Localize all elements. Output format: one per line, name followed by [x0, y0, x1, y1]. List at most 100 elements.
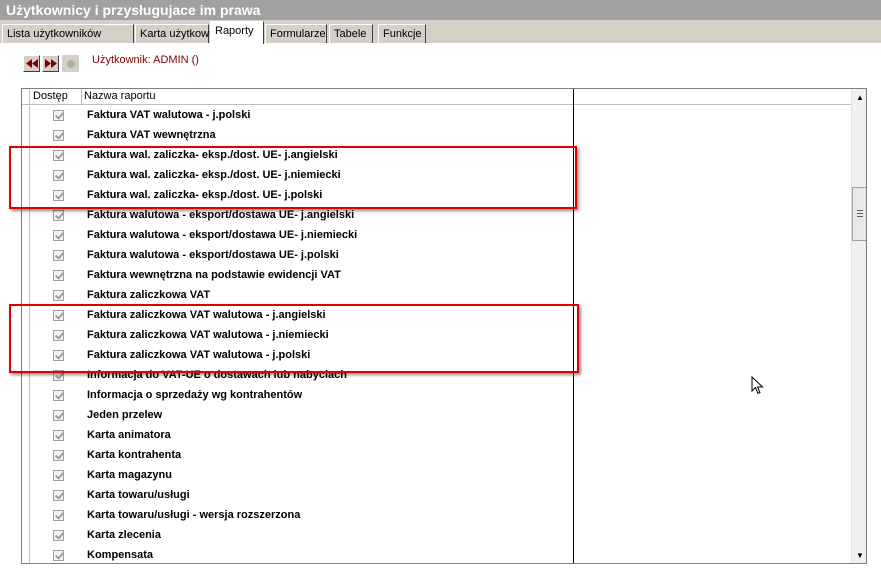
tab-strip: Lista użytkowników Karta użytkownika Rap…	[0, 21, 881, 44]
table-row[interactable]: Karta towaru/usługi	[22, 485, 852, 505]
row-indicator[interactable]	[22, 225, 30, 245]
row-indicator[interactable]	[22, 305, 30, 325]
report-name: Faktura wal. zaliczka- eksp./dost. UE- j…	[87, 169, 341, 181]
row-indicator[interactable]	[22, 245, 30, 265]
tab-lista-uzytkownikow[interactable]: Lista użytkowników	[2, 24, 134, 43]
report-name: Faktura wal. zaliczka- eksp./dost. UE- j…	[87, 149, 338, 161]
row-indicator[interactable]	[22, 445, 30, 465]
tab-label: Funkcje	[383, 28, 422, 40]
report-name: Faktura wal. zaliczka- eksp./dost. UE- j…	[87, 189, 323, 201]
tab-raporty[interactable]: Raporty	[210, 21, 264, 44]
table-row[interactable]: Faktura zaliczkowa VAT walutowa - j.pols…	[22, 345, 852, 365]
access-checkbox[interactable]	[53, 350, 64, 361]
column-header-access[interactable]: Dostęp	[31, 89, 82, 104]
table-row[interactable]: Faktura walutowa - eksport/dostawa UE- j…	[22, 245, 852, 265]
row-indicator[interactable]	[22, 545, 30, 563]
row-indicator[interactable]	[22, 265, 30, 285]
access-checkbox[interactable]	[53, 330, 64, 341]
row-indicator[interactable]	[22, 165, 30, 185]
access-checkbox[interactable]	[53, 270, 64, 281]
table-row[interactable]: Faktura walutowa - eksport/dostawa UE- j…	[22, 225, 852, 245]
access-checkbox[interactable]	[53, 130, 64, 141]
access-checkbox[interactable]	[53, 210, 64, 221]
arrow-down-icon: ▼	[856, 550, 864, 560]
access-checkbox[interactable]	[53, 490, 64, 501]
table-row[interactable]: Faktura wal. zaliczka- eksp./dost. UE- j…	[22, 185, 852, 205]
scroll-thumb[interactable]	[852, 187, 866, 241]
table-row[interactable]: Faktura wal. zaliczka- eksp./dost. UE- j…	[22, 145, 852, 165]
access-checkbox[interactable]	[53, 310, 64, 321]
row-indicator[interactable]	[22, 325, 30, 345]
tab-tabele[interactable]: Tabele	[329, 24, 373, 43]
access-checkbox[interactable]	[53, 390, 64, 401]
vertical-scrollbar[interactable]: ▲ ▼	[851, 89, 866, 563]
scroll-down-button[interactable]: ▼	[852, 547, 866, 563]
row-indicator[interactable]	[22, 205, 30, 225]
report-name: Faktura walutowa - eksport/dostawa UE- j…	[87, 249, 339, 261]
access-checkbox[interactable]	[53, 190, 64, 201]
row-indicator[interactable]	[22, 505, 30, 525]
table-row[interactable]: Faktura zaliczkowa VAT walutowa - j.niem…	[22, 325, 852, 345]
access-checkbox[interactable]	[53, 170, 64, 181]
row-indicator[interactable]	[22, 345, 30, 365]
report-name: Faktura walutowa - eksport/dostawa UE- j…	[87, 229, 358, 241]
table-row[interactable]: Faktura wal. zaliczka- eksp./dost. UE- j…	[22, 165, 852, 185]
access-checkbox[interactable]	[53, 510, 64, 521]
next-record-button[interactable]	[42, 55, 59, 72]
row-indicator[interactable]	[22, 405, 30, 425]
table-row[interactable]: Faktura zaliczkowa VAT walutowa - j.angi…	[22, 305, 852, 325]
tab-funkcje[interactable]: Funkcje	[378, 24, 426, 43]
row-indicator[interactable]	[22, 185, 30, 205]
table-row[interactable]: Faktura zaliczkowa VAT	[22, 285, 852, 305]
table-row[interactable]: Kompensata	[22, 545, 852, 563]
table-row[interactable]: Karta towaru/usługi - wersja rozszerzona	[22, 505, 852, 525]
tab-karta-uzytkownika[interactable]: Karta użytkownika	[135, 24, 229, 43]
row-indicator[interactable]	[22, 125, 30, 145]
row-indicator[interactable]	[22, 105, 30, 125]
access-checkbox[interactable]	[53, 530, 64, 541]
record-button[interactable]	[62, 55, 79, 72]
table-row[interactable]: Faktura walutowa - eksport/dostawa UE- j…	[22, 205, 852, 225]
row-indicator[interactable]	[22, 385, 30, 405]
access-checkbox[interactable]	[53, 230, 64, 241]
access-checkbox[interactable]	[53, 370, 64, 381]
report-name: Faktura wewnętrzna na podstawie ewidencj…	[87, 269, 341, 281]
table-row[interactable]: Karta magazynu	[22, 465, 852, 485]
table-row[interactable]: Karta zlecenia	[22, 525, 852, 545]
row-indicator[interactable]	[22, 145, 30, 165]
access-checkbox[interactable]	[53, 150, 64, 161]
column-header-report-name[interactable]: Nazwa raportu	[82, 89, 574, 104]
first-record-button[interactable]	[23, 55, 40, 72]
access-checkbox[interactable]	[53, 110, 64, 121]
table-row[interactable]: Informacja do VAT-UE o dostawach lub nab…	[22, 365, 852, 385]
access-checkbox[interactable]	[53, 470, 64, 481]
row-indicator[interactable]	[22, 365, 30, 385]
access-checkbox[interactable]	[53, 430, 64, 441]
row-indicator[interactable]	[22, 285, 30, 305]
grid-header: Dostęp Nazwa raportu	[22, 89, 852, 105]
table-row[interactable]: Jeden przelew	[22, 405, 852, 425]
row-indicator[interactable]	[22, 465, 30, 485]
row-indicator[interactable]	[22, 425, 30, 445]
mouse-pointer-icon	[751, 376, 764, 395]
access-checkbox[interactable]	[53, 550, 64, 561]
row-indicator[interactable]	[22, 525, 30, 545]
scroll-up-button[interactable]: ▲	[852, 89, 866, 105]
table-row[interactable]: Faktura wewnętrzna na podstawie ewidencj…	[22, 265, 852, 285]
access-checkbox[interactable]	[53, 250, 64, 261]
tab-label: Lista użytkowników	[7, 28, 102, 40]
table-row[interactable]: Karta animatora	[22, 425, 852, 445]
table-row[interactable]: Faktura VAT walutowa - j.polski	[22, 105, 852, 125]
table-row[interactable]: Faktura VAT wewnętrzna	[22, 125, 852, 145]
tab-formularze[interactable]: Formularze	[265, 24, 327, 43]
table-row[interactable]: Informacja o sprzedaży wg kontrahentów	[22, 385, 852, 405]
access-checkbox[interactable]	[53, 450, 64, 461]
access-checkbox[interactable]	[53, 410, 64, 421]
access-checkbox[interactable]	[53, 290, 64, 301]
table-row[interactable]: Karta kontrahenta	[22, 445, 852, 465]
report-name: Faktura zaliczkowa VAT walutowa - j.angi…	[87, 309, 326, 321]
row-indicator[interactable]	[22, 485, 30, 505]
user-label: Użytkownik: ADMIN ()	[92, 54, 199, 66]
reports-grid: Dostęp Nazwa raportu Faktura VAT walutow…	[21, 88, 867, 564]
report-name: Kompensata	[87, 549, 154, 561]
